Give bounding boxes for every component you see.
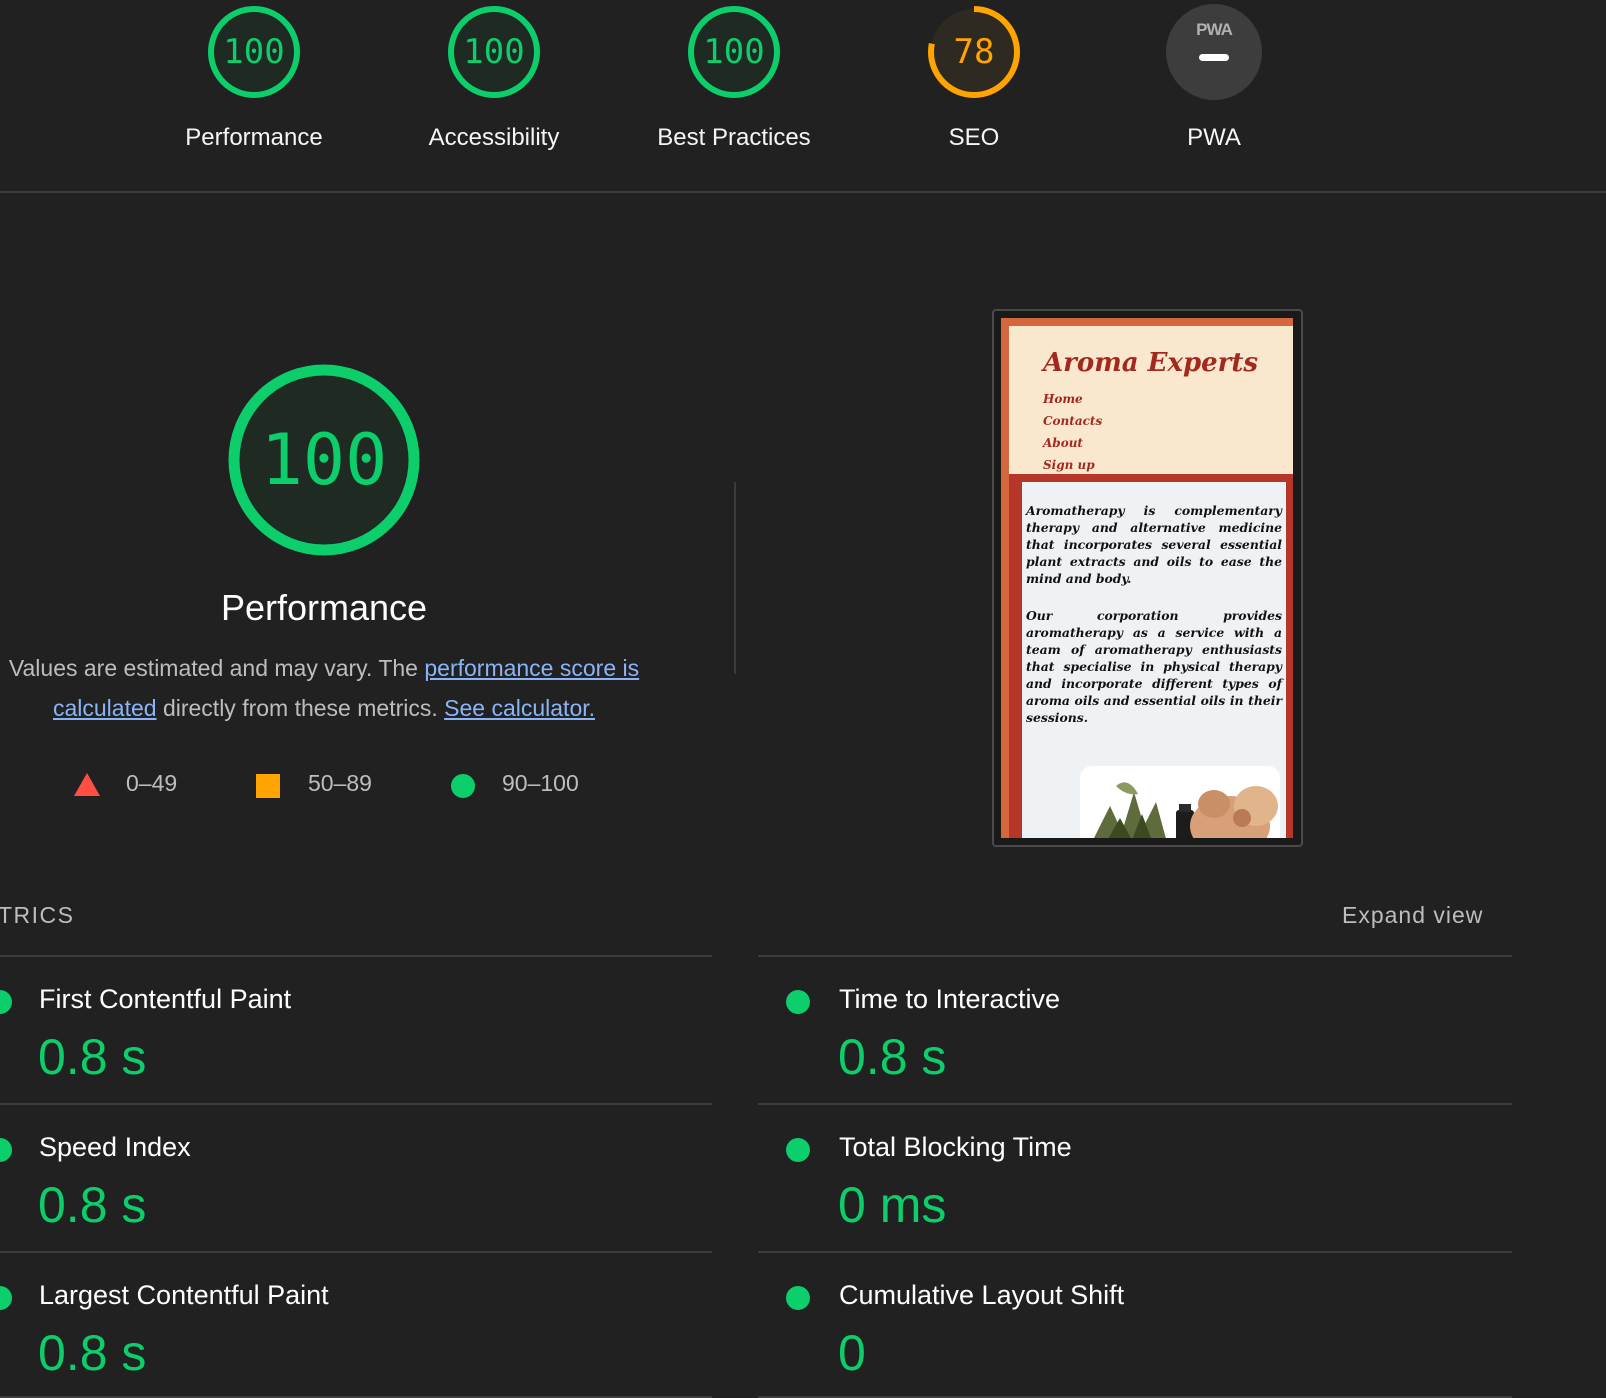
metrics-divider xyxy=(758,1103,1512,1105)
site-paragraph: Aromatherapy is complementary therapy an… xyxy=(1026,503,1282,586)
gauge-seo[interactable]: 78 SEO xyxy=(864,0,1084,180)
metrics-divider xyxy=(0,1103,712,1105)
gauge-label: PWA xyxy=(1187,124,1241,151)
metric-title: Cumulative Layout Shift xyxy=(839,1280,1125,1310)
pass-circle-icon xyxy=(786,990,810,1014)
metric-value: 0 xyxy=(838,1325,866,1381)
site-nav-item: Contacts xyxy=(1043,414,1103,428)
pass-circle-icon xyxy=(786,1286,810,1310)
expand-view-toggle[interactable]: Expand view xyxy=(1342,902,1483,929)
site-nav-item: About xyxy=(1043,436,1083,450)
pass-circle-icon xyxy=(451,774,475,798)
gauge-label: Accessibility xyxy=(428,124,560,151)
performance-title: Performance xyxy=(220,587,428,628)
pass-circle-icon xyxy=(0,1138,12,1162)
site-content: Aromatherapy is complementary therapy an… xyxy=(1022,482,1286,838)
average-square-icon xyxy=(256,774,280,798)
gauge-performance[interactable]: 100 Performance xyxy=(144,0,364,180)
metric-value: 0.8 s xyxy=(38,1325,147,1381)
see-calculator-link[interactable]: See calculator. xyxy=(444,695,595,721)
metric-value: 0.8 s xyxy=(838,1029,947,1085)
site-text: Aromatherapy is complementary therapy an… xyxy=(1026,502,1282,746)
metric-largest-contentful-paint: Largest Contentful Paint 0.8 s xyxy=(0,1266,700,1398)
plants-illustration xyxy=(1094,782,1278,838)
scale-label-fail: 0–49 xyxy=(126,770,178,796)
site-nav: Home Contacts About Sign up xyxy=(1043,388,1102,476)
pass-circle-icon xyxy=(786,1138,810,1162)
pass-circle-icon xyxy=(0,990,12,1014)
metric-title: First Contentful Paint xyxy=(39,984,292,1014)
site-nav-item: Home xyxy=(1043,392,1083,406)
metric-value: 0.8 s xyxy=(38,1177,147,1233)
metric-value: 0.8 s xyxy=(38,1029,147,1085)
site-header: Aroma Experts Home Contacts About Sign u… xyxy=(1009,326,1293,476)
final-screenshot: Aroma Experts Home Contacts About Sign u… xyxy=(1001,318,1293,838)
metric-value: 0 ms xyxy=(838,1177,947,1233)
metric-cumulative-layout-shift: Cumulative Layout Shift 0 xyxy=(786,1266,1486,1398)
plants-image xyxy=(1080,766,1280,838)
metrics-divider xyxy=(0,1251,712,1253)
gauge-score: 78 xyxy=(953,32,995,72)
vertical-divider xyxy=(734,482,736,674)
scale-label-average: 50–89 xyxy=(308,770,372,796)
metrics-divider xyxy=(758,955,1512,957)
metrics-divider xyxy=(0,955,712,957)
gauge-label: Best Practices xyxy=(657,124,811,151)
metric-time-to-interactive: Time to Interactive 0.8 s xyxy=(786,970,1486,1110)
metrics-divider xyxy=(758,1251,1512,1253)
performance-score: 100 xyxy=(260,419,388,501)
gauge-score: 100 xyxy=(463,32,525,72)
metric-title: Time to Interactive xyxy=(839,984,1061,1014)
gauge-label: Performance xyxy=(185,124,323,151)
not-applicable-dash-icon xyxy=(1199,54,1229,61)
gauge-pwa[interactable]: PWA PWA xyxy=(1104,0,1324,180)
metric-title: Total Blocking Time xyxy=(839,1132,1072,1162)
metrics-heading: TRICS xyxy=(0,902,75,928)
pwa-badge xyxy=(1166,4,1262,100)
gauge-label: SEO xyxy=(948,124,1000,151)
scale-label-pass: 90–100 xyxy=(502,770,579,796)
metric-title: Largest Contentful Paint xyxy=(39,1280,329,1310)
site-title: Aroma Experts xyxy=(1043,348,1259,378)
gauge-score: 100 xyxy=(223,32,285,72)
gauge-score: 100 xyxy=(703,32,765,72)
description-text: Values are estimated and may vary. The xyxy=(8,655,425,681)
description-text: directly from these metrics. xyxy=(156,695,445,721)
pass-circle-icon xyxy=(0,1286,12,1310)
fail-triangle-icon xyxy=(74,773,100,796)
category-gauges: 100 Performance 100 Accessibility 100 Be… xyxy=(0,0,1606,193)
metric-speed-index: Speed Index 0.8 s xyxy=(0,1118,700,1258)
gauge-accessibility[interactable]: 100 Accessibility xyxy=(384,0,604,180)
metric-first-contentful-paint: First Contentful Paint 0.8 s xyxy=(0,970,700,1110)
site-paragraph: Our corporation provides aromatherapy as… xyxy=(1026,608,1282,725)
metric-total-blocking-time: Total Blocking Time 0 ms xyxy=(786,1118,1486,1258)
gauge-best-practices[interactable]: 100 Best Practices xyxy=(624,0,844,180)
metric-title: Speed Index xyxy=(39,1132,191,1162)
performance-description: Values are estimated and may vary. The p… xyxy=(0,648,658,728)
pwa-logo: PWA xyxy=(1196,20,1233,39)
site-nav-item: Sign up xyxy=(1043,458,1095,472)
